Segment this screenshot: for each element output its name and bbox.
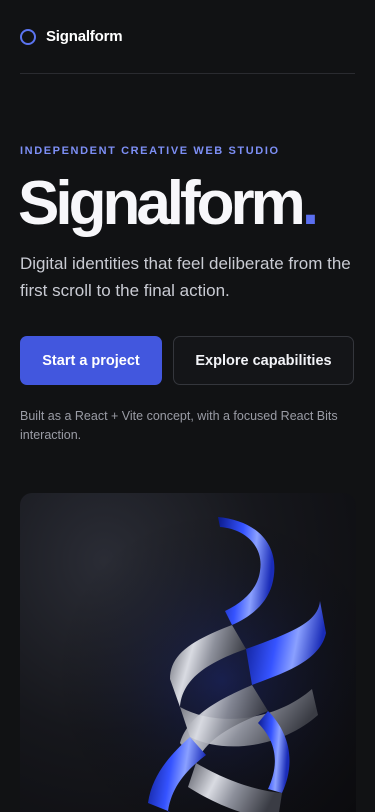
- site-header: Signalform: [20, 0, 355, 74]
- explore-capabilities-button[interactable]: Explore capabilities: [173, 336, 354, 385]
- ribbon-sculpture-image: [20, 493, 356, 812]
- start-project-button[interactable]: Start a project: [20, 336, 162, 385]
- brand-name: Signalform: [46, 28, 123, 45]
- hero-artwork: [20, 493, 356, 812]
- hero-eyebrow: INDEPENDENT CREATIVE WEB STUDIO: [20, 145, 280, 157]
- brand-link[interactable]: Signalform: [20, 28, 123, 45]
- hero-title-text: Signalform: [18, 169, 306, 238]
- hero-note: Built as a React + Vite concept, with a …: [20, 409, 338, 442]
- hero-title-dot: .: [301, 169, 319, 238]
- hero-lead: Digital identities that feel deliberate …: [20, 254, 351, 300]
- hero-title: Signalform.: [18, 168, 319, 240]
- ring-logo-icon: [20, 28, 36, 45]
